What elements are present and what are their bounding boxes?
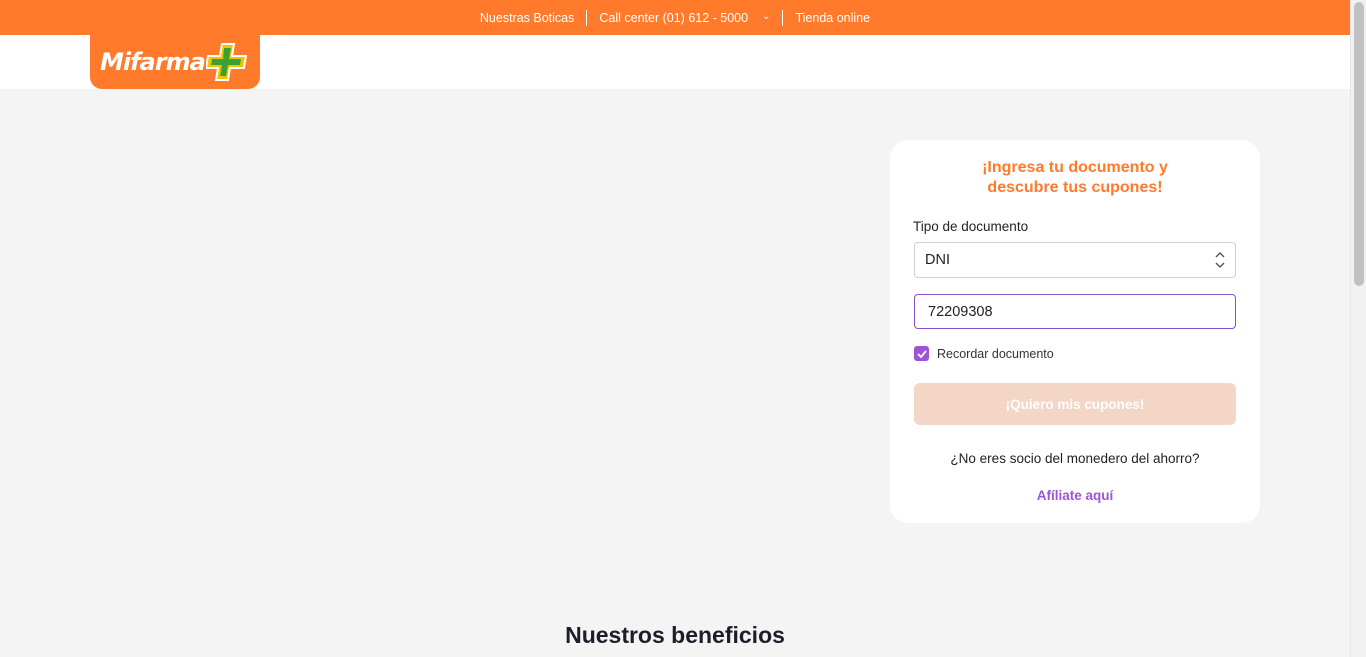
stores-link[interactable]: Nuestras Boticas xyxy=(468,11,586,25)
chevron-down-icon: ⌄ xyxy=(762,11,771,22)
remember-checkbox[interactable] xyxy=(914,346,929,361)
cross-logo-icon xyxy=(206,43,248,81)
select-arrows-icon xyxy=(1215,252,1225,268)
document-type-label: Tipo de documento xyxy=(913,219,1029,234)
form-title-line-2: descubre tus cupones! xyxy=(987,179,1163,196)
coupon-form-card: ¡Ingresa tu documento y descubre tus cup… xyxy=(890,140,1260,523)
affiliate-link[interactable]: Afíliate aquí xyxy=(890,488,1260,503)
online-store-link[interactable]: Tienda online xyxy=(783,11,882,25)
scrollbar-thumb[interactable] xyxy=(1354,2,1364,286)
document-type-select[interactable]: DNI xyxy=(914,242,1236,278)
get-coupons-button[interactable]: ¡Quiero mis cupones! xyxy=(914,383,1236,425)
call-center-label: Call center (01) 612 - 5000 xyxy=(599,10,749,25)
remember-label: Recordar documento xyxy=(937,346,1054,361)
benefits-heading: Nuestros beneficios xyxy=(565,622,785,648)
call-center-dropdown[interactable]: Call center (01) 612 - 5000 ⌄ xyxy=(587,11,782,25)
check-icon xyxy=(916,349,927,358)
mifarma-logo[interactable]: Mifarma xyxy=(90,35,260,89)
form-title-line-1: ¡Ingresa tu documento y xyxy=(982,159,1168,176)
form-title: ¡Ingresa tu documento y descubre tus cup… xyxy=(890,158,1260,198)
document-type-value: DNI xyxy=(925,252,950,268)
logo-text: Mifarma xyxy=(100,48,206,76)
not-member-text: ¿No eres socio del monedero del ahorro? xyxy=(950,451,1200,466)
page-scrollbar[interactable] xyxy=(1350,0,1366,657)
document-number-input[interactable] xyxy=(914,294,1236,329)
top-navigation-bar: Nuestras Boticas Call center (01) 612 - … xyxy=(0,0,1350,35)
remember-document-option[interactable]: Recordar documento xyxy=(914,346,1054,361)
